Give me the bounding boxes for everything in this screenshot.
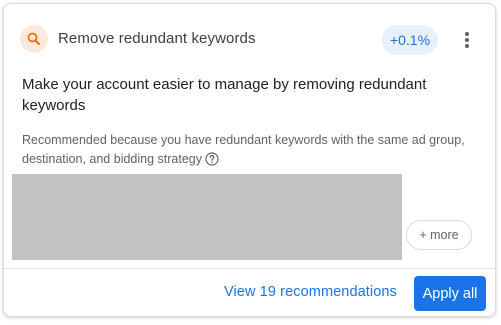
recommendation-card: Remove redundant keywords +0.1% Make you… [3,3,496,317]
recommendation-reason: Recommended because you have redundant k… [22,131,487,172]
more-vert-icon[interactable] [455,26,479,54]
preview-placeholder [12,174,402,260]
help-circle-icon[interactable] [205,152,219,172]
apply-all-button[interactable]: Apply all [414,276,486,311]
more-chip[interactable]: + more [406,220,472,250]
card-title: Remove redundant keywords [58,30,256,47]
reason-text: Recommended because you have redundant k… [22,133,465,166]
uplift-badge: +0.1% [382,25,438,55]
card-header: Remove redundant keywords +0.1% [4,4,495,74]
search-icon [20,25,48,53]
divider [4,268,495,269]
recommendation-headline: Make your account easier to manage by re… [22,76,427,114]
view-recommendations-link[interactable]: View 19 recommendations [224,284,397,300]
